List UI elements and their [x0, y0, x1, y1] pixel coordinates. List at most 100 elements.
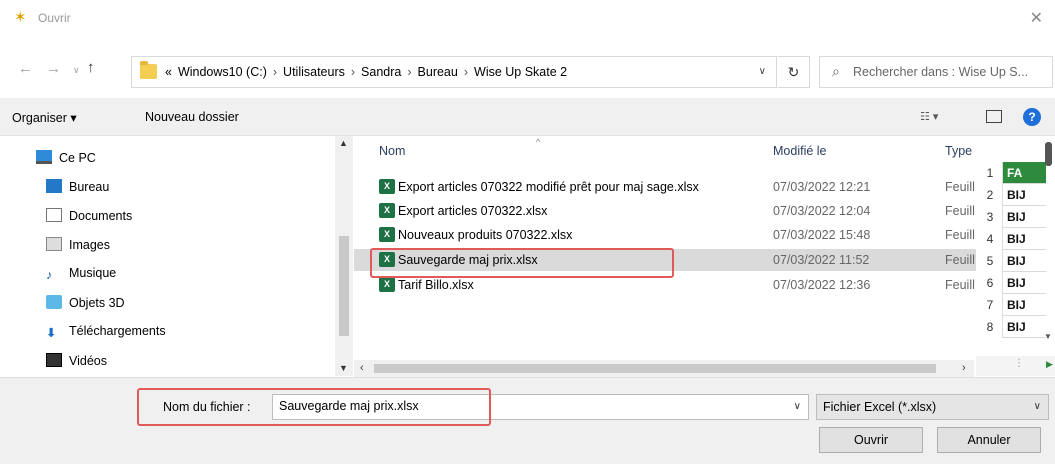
- sidebar-item-label: Objets 3D: [69, 296, 125, 310]
- sidebar-item-objets-3d[interactable]: Objets 3D: [46, 295, 125, 319]
- sidebar-item-ce-pc[interactable]: Ce PC: [36, 150, 96, 174]
- file-modified: 07/03/2022 15:48: [773, 228, 871, 242]
- preview-row-number: 3: [986, 210, 994, 224]
- sheet-next-icon[interactable]: ▶: [1046, 359, 1053, 370]
- column-header-modified[interactable]: Modifié le: [773, 144, 827, 158]
- preview-row-number: 7: [986, 298, 994, 312]
- cancel-button[interactable]: Annuler: [937, 427, 1041, 453]
- breadcrumb-overflow[interactable]: «: [165, 65, 172, 79]
- chevron-right-icon: ›: [350, 65, 356, 79]
- sidebar-item-documents[interactable]: Documents: [46, 208, 132, 232]
- open-button[interactable]: Ouvrir: [819, 427, 923, 453]
- breadcrumb-item[interactable]: Wise Up Skate 2: [474, 65, 567, 79]
- sidebar-item-label: Ce PC: [59, 151, 96, 165]
- preview-cell: BIJ: [1002, 294, 1046, 316]
- sidebar-item-label: Documents: [69, 209, 133, 223]
- back-arrow-icon[interactable]: ←: [18, 60, 33, 77]
- up-arrow-icon[interactable]: ↑: [87, 59, 95, 76]
- sidebar-item-label: Images: [69, 238, 110, 252]
- file-type: Feuill: [945, 228, 975, 242]
- navigation-pane-scrollbar[interactable]: ▲ ▼: [335, 136, 353, 376]
- file-name: Export articles 070322 modifié prêt pour…: [398, 180, 699, 194]
- file-name: Nouveaux produits 070322.xlsx: [398, 228, 573, 242]
- sidebar-item-telechargements[interactable]: ⬇ Téléchargements: [46, 324, 166, 348]
- close-icon[interactable]: ✕: [1030, 8, 1043, 28]
- sidebar-item-bureau[interactable]: Bureau: [46, 179, 109, 203]
- breadcrumb-item[interactable]: Utilisateurs: [283, 65, 345, 79]
- chevron-right-icon: ›: [272, 65, 278, 79]
- refresh-icon[interactable]: ↻: [778, 56, 810, 88]
- chevron-down-icon[interactable]: ∨: [794, 401, 801, 412]
- file-type: Feuill: [945, 278, 975, 292]
- preview-row-number: 8: [986, 320, 994, 334]
- highlight-box-filename: [137, 388, 491, 426]
- search-input[interactable]: Rechercher dans : Wise Up S...: [853, 65, 1028, 79]
- organize-button[interactable]: Organiser ▾: [12, 110, 77, 125]
- search-box[interactable]: ⌕ Rechercher dans : Wise Up S...: [819, 56, 1053, 88]
- file-row[interactable]: X Nouveaux produits 070322.xlsx 07/03/20…: [354, 224, 976, 246]
- chevron-down-icon[interactable]: ∨: [1034, 401, 1041, 412]
- highlight-box-selected-file: [370, 248, 674, 278]
- sidebar-item-images[interactable]: Images: [46, 237, 110, 261]
- help-icon[interactable]: ?: [1023, 108, 1041, 126]
- videos-icon: [46, 353, 62, 367]
- file-modified: 07/03/2022 12:04: [773, 204, 871, 218]
- sidebar-item-label: Musique: [69, 266, 117, 280]
- file-modified: 07/03/2022 12:21: [773, 180, 871, 194]
- preview-row-number: 6: [986, 276, 994, 290]
- preview-cell: BIJ: [1002, 272, 1046, 294]
- search-icon: ⌕: [832, 63, 840, 79]
- preview-row-number: 4: [986, 232, 994, 246]
- scrollbar-thumb[interactable]: [1045, 142, 1052, 166]
- sidebar-item-musique[interactable]: ♪ Musique: [46, 266, 116, 290]
- preview-pane-icon[interactable]: [986, 110, 1002, 123]
- column-header-name[interactable]: Nom: [379, 144, 405, 158]
- excel-file-icon: X: [379, 179, 395, 194]
- new-folder-button[interactable]: Nouveau dossier: [145, 110, 239, 124]
- file-name: Export articles 070322.xlsx: [398, 204, 548, 218]
- file-list-horizontal-scrollbar[interactable]: ‹ ›: [354, 360, 974, 377]
- chevron-right-icon: ›: [463, 65, 469, 79]
- scroll-up-icon[interactable]: ▲: [339, 138, 348, 148]
- preview-scrollbar[interactable]: ▼: [1042, 136, 1055, 356]
- preview-cell: FA: [1002, 162, 1046, 184]
- desktop-icon: [46, 179, 62, 193]
- preview-cell: BIJ: [1002, 250, 1046, 272]
- scroll-left-icon[interactable]: ‹: [360, 362, 364, 374]
- images-icon: [46, 237, 62, 251]
- breadcrumb-item[interactable]: Bureau: [418, 65, 458, 79]
- chevron-down-icon[interactable]: ∨: [759, 66, 766, 77]
- scrollbar-thumb[interactable]: [374, 364, 936, 373]
- downloads-icon: ⬇: [46, 326, 57, 340]
- preview-pane: 1 FA 2 BIJ 3 BIJ 4 BIJ 5 BIJ 6 BIJ 7 BIJ…: [976, 136, 1055, 376]
- preview-cell: BIJ: [1002, 228, 1046, 250]
- file-type: Feuill: [945, 204, 975, 218]
- filetype-value: Fichier Excel (*.xlsx): [823, 400, 937, 414]
- forward-arrow-icon[interactable]: →: [46, 60, 61, 77]
- file-row[interactable]: X Export articles 070322.xlsx 07/03/2022…: [354, 200, 976, 222]
- music-icon: ♪: [46, 268, 53, 282]
- file-modified: 07/03/2022 11:52: [773, 253, 870, 267]
- scroll-down-icon[interactable]: ▼: [1044, 332, 1052, 341]
- scroll-down-icon[interactable]: ▼: [339, 363, 348, 373]
- sidebar-item-videos[interactable]: Vidéos: [46, 353, 107, 377]
- breadcrumb-item[interactable]: Sandra: [361, 65, 401, 79]
- scrollbar-thumb[interactable]: [339, 236, 349, 336]
- command-bar: Organiser ▾ Nouveau dossier ☷ ▾ ?: [0, 98, 1055, 136]
- filetype-select[interactable]: Fichier Excel (*.xlsx) ∨: [816, 394, 1049, 420]
- window-title: Ouvrir: [38, 11, 71, 25]
- sidebar-item-label: Téléchargements: [69, 324, 166, 338]
- more-icon[interactable]: ⋮: [1014, 358, 1024, 369]
- view-options-icon[interactable]: ☷ ▾: [920, 110, 938, 123]
- file-row[interactable]: X Export articles 070322 modifié prêt po…: [354, 176, 976, 198]
- scroll-right-icon[interactable]: ›: [962, 362, 966, 374]
- title-bar: ✶ Ouvrir ✕: [0, 0, 1055, 36]
- file-type: Feuill: [945, 253, 975, 267]
- column-header-type[interactable]: Type: [945, 144, 972, 158]
- navigation-pane: Ce PC Bureau Documents Images ♪ Musique O…: [0, 136, 345, 376]
- address-bar[interactable]: « Windows10 (C:) › Utilisateurs › Sandra › Bure…: [131, 56, 777, 88]
- navigation-bar: ← → ∨ ↑ « Windows10 (C:) › Utilisateurs › San…: [0, 52, 1055, 92]
- breadcrumb-item[interactable]: Windows10 (C:): [178, 65, 267, 79]
- recent-locations-icon[interactable]: ∨: [73, 65, 80, 76]
- dialog-footer: Nom du fichier : ∨ Fichier Excel (*.xlsx…: [0, 377, 1055, 464]
